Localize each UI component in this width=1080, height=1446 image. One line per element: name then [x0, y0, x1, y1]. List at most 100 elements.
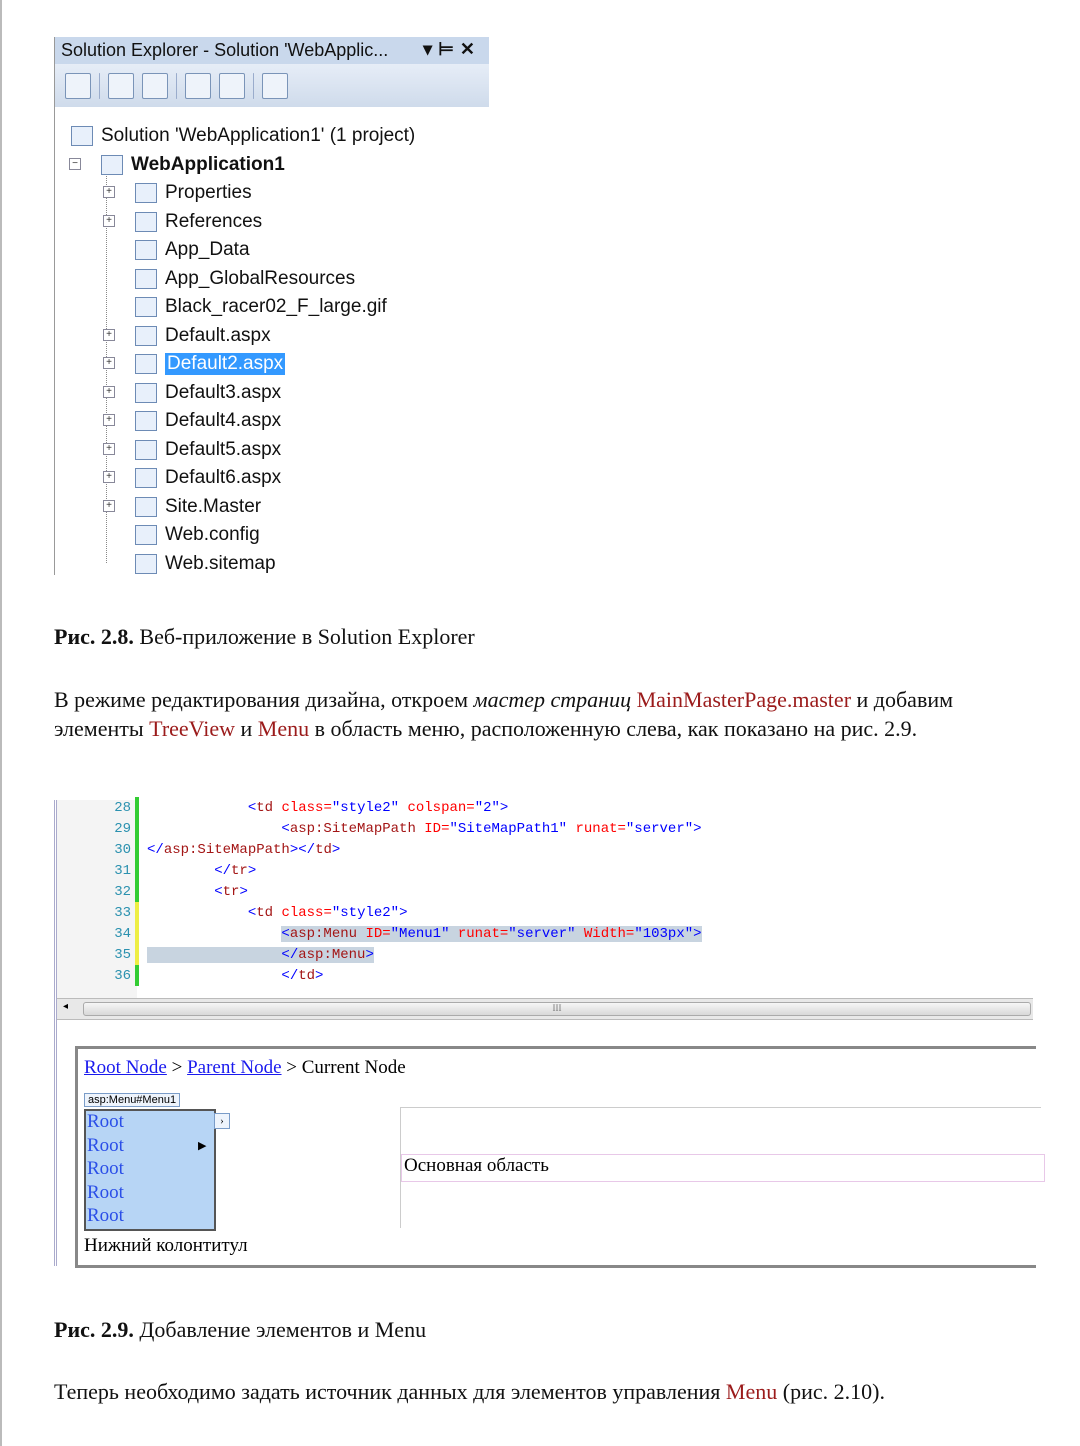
properties-icon[interactable] [65, 72, 91, 99]
code-token: "server" [508, 925, 576, 942]
main-area-label: Основная область [401, 1154, 1045, 1182]
expand-icon[interactable]: + [103, 471, 115, 483]
code-text: <tr> [139, 884, 248, 900]
tree-item[interactable]: Default6.aspx [135, 465, 281, 491]
expand-icon[interactable]: + [103, 414, 115, 426]
tree-item[interactable]: Default3.aspx [135, 380, 281, 406]
tree-item[interactable]: App_GlobalResources [135, 266, 355, 292]
toolbar-separator [176, 72, 177, 99]
collapse-icon[interactable]: − [69, 157, 81, 170]
refresh-icon[interactable] [142, 72, 168, 99]
code-token: "server" [625, 820, 694, 837]
close-icon[interactable]: ✕ [460, 39, 481, 59]
term: Menu [257, 716, 310, 741]
expand-icon[interactable]: + [103, 357, 115, 369]
text-italic: мастер страниц [473, 687, 632, 712]
code-token: > [365, 946, 374, 963]
tree-item-label: WebApplication1 [131, 153, 285, 175]
tree-item[interactable]: Default2.aspx [135, 351, 286, 377]
code-token: > [247, 862, 257, 879]
code-token: td [256, 799, 274, 816]
tree-item[interactable]: Black_racer02_F_large.gif [135, 294, 387, 320]
code-token: > [693, 925, 702, 942]
aspx-file-icon [135, 354, 157, 374]
code-editor-screenshot: 28 <td class="style2" colspan="2"> 29 <as… [54, 797, 1045, 1268]
breadcrumb-current-node: Current Node [301, 1057, 406, 1078]
code-token: td [256, 904, 274, 921]
tree-item[interactable]: Web.sitemap [135, 551, 276, 577]
tree-item[interactable]: WebApplication1 [101, 152, 285, 178]
code-line[interactable]: 30 </asp:SiteMapPath></td> [57, 839, 340, 860]
pin-icon[interactable]: ⊨ [438, 39, 460, 59]
code-token: ID= [357, 925, 391, 942]
code-token: < [247, 799, 257, 816]
tree-item[interactable]: Default4.aspx [135, 408, 281, 434]
code-token: tr [231, 862, 248, 879]
code-line[interactable]: 32 <tr> [57, 881, 248, 902]
tree-item[interactable]: References [135, 209, 262, 235]
references-folder-icon [135, 211, 157, 232]
view-code-icon[interactable] [185, 72, 211, 99]
site-map-path: Root Node > Parent Node > Current Node [84, 1057, 406, 1079]
horizontal-scrollbar[interactable]: ◂ III [57, 998, 1033, 1020]
dropdown-icon[interactable]: ▾ [423, 39, 438, 59]
menu-item[interactable]: Root [87, 1182, 124, 1204]
caption-number: Рис. 2.8. [54, 624, 134, 649]
text: В режиме редактирования дизайна, откроем [54, 687, 474, 712]
expand-icon[interactable]: + [103, 328, 115, 341]
menu-item[interactable]: Root [87, 1205, 124, 1227]
aspx-file-icon [135, 411, 157, 431]
code-line[interactable]: 29 <asp:SiteMapPath ID="SiteMapPath1" ru… [57, 818, 702, 839]
breadcrumb-root-node[interactable]: Root Node [84, 1057, 167, 1078]
expand-icon[interactable]: + [103, 385, 115, 398]
tree-item[interactable]: App_Data [135, 237, 250, 263]
tree-item[interactable]: Web.config [135, 522, 260, 548]
toolbar-separator [253, 72, 254, 99]
code-line[interactable]: 34 <asp:Menu ID="Menu1" runat="server" W… [57, 923, 702, 944]
code-token: < [281, 820, 290, 837]
code-text: <td class="style2" colspan="2"> [139, 799, 509, 816]
code-text: <asp:SiteMapPath ID="SiteMapPath1" runat… [139, 820, 701, 837]
expand-icon[interactable]: + [103, 499, 115, 512]
code-token: "2" [474, 799, 500, 816]
code-line[interactable]: 36 </td> [57, 965, 323, 986]
tree-item[interactable]: Solution 'WebApplication1' (1 project) [71, 123, 415, 149]
tree-item-label: Properties [165, 182, 252, 203]
code-line[interactable]: 33 <td class="style2"> [57, 902, 407, 923]
tree-item[interactable]: Default.aspx [135, 323, 271, 349]
code-token: </ [214, 862, 232, 879]
config-file-icon [135, 525, 157, 545]
expand-icon[interactable]: + [103, 442, 115, 455]
code-token: </ [147, 841, 164, 858]
menu-control[interactable]: › ▶ Root Root Root Root Root [84, 1109, 230, 1231]
code-token: td [298, 967, 316, 984]
text: в область меню, расположенную слева, как… [309, 716, 918, 741]
code-line[interactable]: 31 </tr> [57, 860, 256, 881]
copy-website-icon[interactable] [262, 72, 288, 99]
tree-item-label: References [165, 210, 263, 232]
code-line[interactable]: 28 <td class="style2" colspan="2"> [57, 797, 508, 818]
breadcrumb-parent-node[interactable]: Parent Node [187, 1057, 281, 1078]
tree-item[interactable]: Site.Master [135, 494, 261, 520]
menu-item[interactable]: Root [87, 1158, 124, 1180]
expand-icon[interactable]: + [103, 186, 115, 198]
code-line[interactable]: 35 </asp:Menu> [57, 944, 374, 965]
tree-item-label: App_GlobalResources [165, 267, 356, 289]
expand-icon[interactable]: + [103, 214, 115, 227]
web-project-icon [101, 154, 123, 175]
tree-item[interactable]: Default5.aspx [135, 437, 281, 463]
code-token: </ [281, 946, 299, 963]
code-token: "SiteMapPath1" [449, 820, 568, 837]
code-token: "103px" [634, 925, 694, 942]
code-token: asp:SiteMapPath [163, 841, 290, 858]
scrollbar-thumb[interactable]: III [83, 1002, 1031, 1016]
submenu-arrow-icon: ▶ [198, 1140, 207, 1152]
view-designer-icon[interactable] [219, 72, 245, 99]
smart-tag-icon[interactable]: › [214, 1113, 230, 1129]
aspx-file-icon [135, 468, 157, 488]
menu-item[interactable]: Root [87, 1111, 124, 1133]
tree-item[interactable]: Properties [135, 180, 252, 206]
show-all-files-icon[interactable] [108, 72, 134, 99]
menu-item[interactable]: Root [87, 1135, 124, 1157]
